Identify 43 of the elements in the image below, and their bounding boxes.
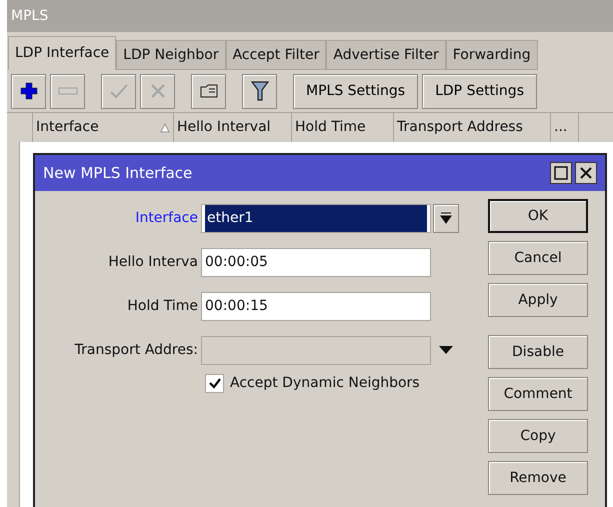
add-button[interactable] [11, 74, 46, 108]
dialog-button[interactable]: Comment [488, 377, 588, 411]
settings-button[interactable]: MPLS Settings [293, 74, 418, 108]
dialog-button[interactable]: Remove [488, 461, 588, 495]
check-icon [110, 83, 128, 99]
dialog-button[interactable]: OK [488, 199, 588, 233]
filter-icon [250, 81, 268, 101]
filter-button[interactable] [242, 74, 277, 108]
plus-icon [20, 82, 38, 100]
close-button[interactable] [575, 162, 597, 184]
minus-icon [58, 87, 78, 95]
dialog-title: New MPLS Interface [43, 162, 192, 184]
checkbox[interactable] [205, 374, 224, 393]
tab[interactable]: LDP Neighbor [116, 40, 226, 70]
tab[interactable]: Advertise Filter [326, 40, 446, 70]
window-title: MPLS [7, 0, 613, 32]
field-label: Interface [134, 208, 199, 228]
checkbox-label: Accept Dynamic Neighbors [230, 374, 420, 393]
sort-icon [160, 122, 170, 132]
field-label: Hello Interva [107, 252, 199, 272]
note-icon [200, 84, 218, 98]
settings-button[interactable]: LDP Settings [422, 74, 537, 108]
dropdown-arrow-icon [440, 212, 452, 224]
input-field[interactable]: 00:00:15 [201, 292, 431, 320]
cross-icon [150, 83, 166, 99]
dropdown-field[interactable]: ether1 [201, 204, 431, 232]
tab[interactable]: Accept Filter [226, 40, 326, 70]
maximize-icon [554, 166, 568, 180]
dialog-button[interactable]: Copy [488, 419, 588, 453]
dialog-button[interactable]: Disable [488, 335, 588, 369]
dialog-button[interactable]: Cancel [488, 241, 588, 275]
dialog-button[interactable]: Apply [488, 283, 588, 317]
close-icon [580, 167, 592, 179]
dropdown-arrow-icon[interactable] [439, 346, 453, 354]
tab[interactable]: Forwarding [446, 40, 538, 70]
maximize-button[interactable] [550, 162, 572, 184]
check-icon [208, 378, 220, 389]
field-label: Hold Time [126, 296, 199, 316]
dropdown-button[interactable] [433, 204, 459, 232]
tab[interactable]: LDP Interface [8, 36, 116, 70]
field-label: Transport Addres: [74, 340, 199, 360]
comment-button[interactable] [191, 74, 226, 108]
input-field[interactable]: 00:00:05 [201, 248, 431, 276]
